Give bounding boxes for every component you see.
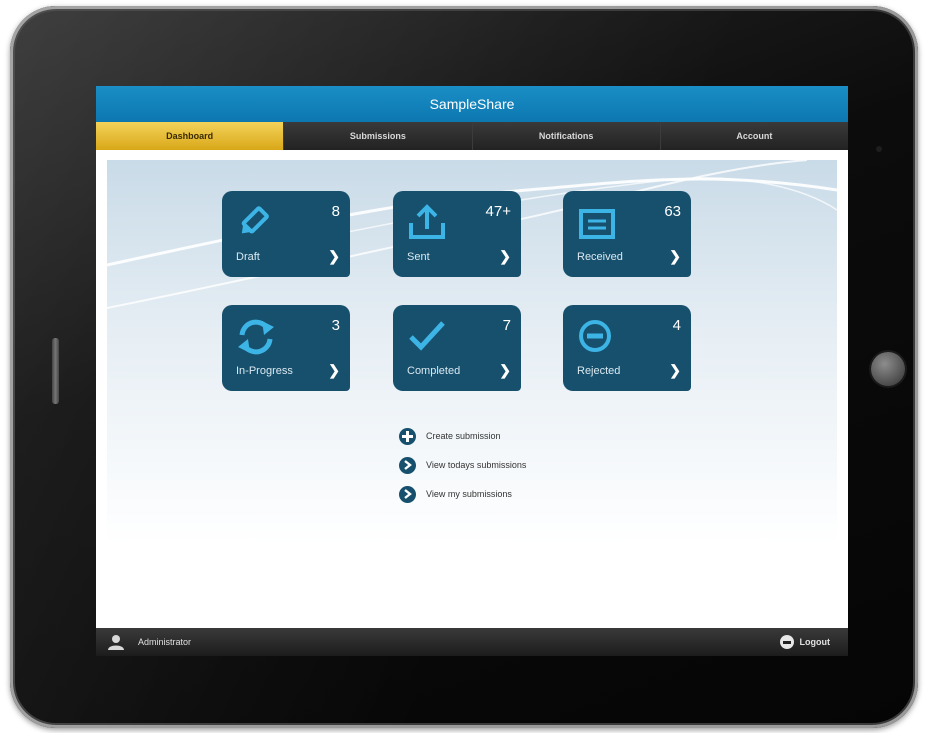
tablet-home-button[interactable]: [871, 352, 905, 386]
chevron-right-icon: ❯: [669, 248, 681, 264]
chevron-right-icon: ❯: [328, 248, 340, 264]
quick-actions: Create submission View todays submission…: [399, 426, 526, 513]
create-submission-label: Create submission: [426, 431, 501, 441]
completed-count: 7: [502, 317, 511, 334]
footer-bar: Administrator Logout: [96, 628, 848, 656]
draft-count: 8: [331, 203, 340, 220]
tile-draft[interactable]: 8 Draft ❯: [222, 191, 350, 277]
completed-label: Completed: [407, 365, 461, 377]
rejected-label: Rejected: [577, 365, 621, 377]
upload-icon: [409, 204, 445, 239]
minus-circle-icon: [579, 320, 611, 352]
sent-count: 47+: [485, 203, 511, 220]
create-submission-link[interactable]: Create submission: [399, 426, 526, 446]
main-nav: Dashboard Submissions Notifications Acco…: [96, 122, 848, 150]
logout-button[interactable]: Logout: [779, 635, 831, 649]
pencil-icon: [241, 206, 269, 234]
chevron-right-icon: ❯: [669, 362, 681, 378]
tile-completed[interactable]: 7 Completed ❯: [393, 305, 521, 391]
view-my-submissions-link[interactable]: View my submissions: [399, 484, 526, 504]
tile-received[interactable]: 63 Received ❯: [563, 191, 691, 277]
chevron-circle-icon: [399, 456, 416, 474]
chevron-right-icon: ❯: [499, 248, 511, 264]
refresh-icon: [238, 319, 274, 355]
inbox-icon: [579, 209, 615, 239]
in-progress-count: 3: [331, 317, 340, 334]
view-todays-submissions-link[interactable]: View todays submissions: [399, 455, 526, 475]
plus-circle-icon: [399, 427, 416, 445]
draft-label: Draft: [236, 251, 260, 263]
user-icon: [108, 635, 124, 650]
tablet-camera: [876, 146, 882, 152]
tab-account[interactable]: Account: [660, 122, 848, 150]
tablet-side-button: [52, 338, 59, 404]
chevron-right-icon: ❯: [328, 362, 340, 378]
tab-submissions[interactable]: Submissions: [284, 122, 473, 150]
sent-label: Sent: [407, 251, 430, 263]
logout-label: Logout: [799, 637, 831, 647]
tab-dashboard[interactable]: Dashboard: [96, 122, 285, 150]
received-label: Received: [577, 251, 623, 263]
tile-sent[interactable]: 47+ Sent ❯: [393, 191, 521, 277]
in-progress-label: In-Progress: [236, 365, 293, 377]
current-user: Administrator: [108, 634, 191, 650]
checkmark-icon: [409, 321, 445, 351]
rejected-count: 4: [672, 317, 681, 334]
chevron-right-icon: ❯: [499, 362, 511, 378]
app-screen: SampleShare Dashboard Submissions Notifi…: [96, 86, 848, 656]
logout-icon: [779, 635, 794, 649]
view-todays-submissions-label: View todays submissions: [426, 460, 527, 470]
tile-rejected[interactable]: 4 Rejected ❯: [563, 305, 691, 391]
tile-in-progress[interactable]: 3 In-Progress ❯: [222, 305, 350, 391]
received-count: 63: [664, 203, 681, 220]
view-my-submissions-label: View my submissions: [426, 489, 512, 499]
tab-notifications[interactable]: Notifications: [472, 122, 661, 150]
chevron-circle-icon: [399, 485, 416, 503]
user-name: Administrator: [138, 637, 192, 647]
app-title: SampleShare: [96, 86, 848, 122]
